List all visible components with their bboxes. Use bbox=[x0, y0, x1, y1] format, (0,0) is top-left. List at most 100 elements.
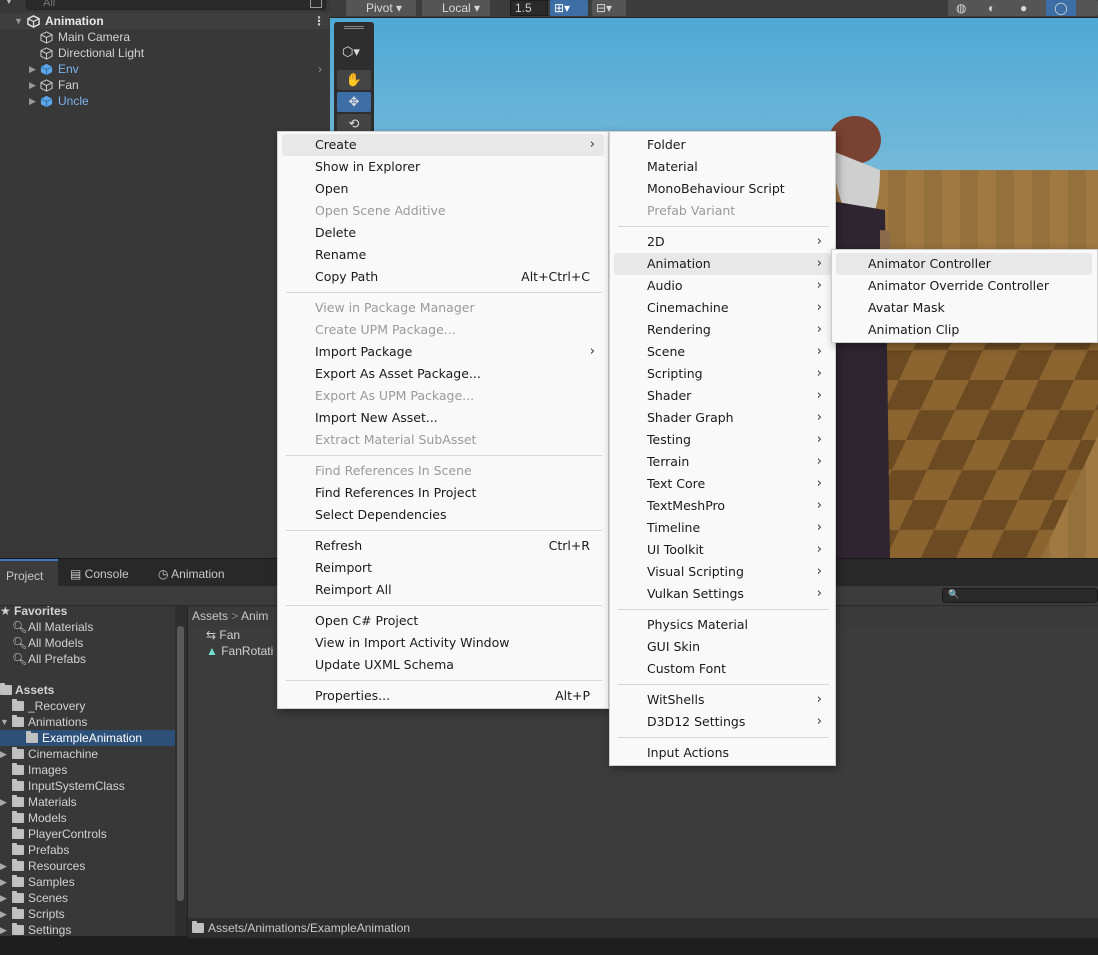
menu-item-delete[interactable]: Delete bbox=[282, 222, 604, 244]
menu-item-reimport-all[interactable]: Reimport All bbox=[282, 579, 604, 601]
expand-arrow-icon[interactable]: ▶ bbox=[0, 746, 7, 762]
menu-item-show-in-explorer[interactable]: Show in Explorer bbox=[282, 156, 604, 178]
folder-item[interactable]: Images bbox=[0, 762, 175, 778]
menu-item-timeline[interactable]: Timeline › bbox=[614, 517, 831, 539]
hierarchy-dropdown-icon[interactable]: ▼ bbox=[4, 0, 14, 7]
asset-item-fanrotation[interactable]: ▲ FanRotati bbox=[206, 643, 273, 659]
menu-item-custom-font[interactable]: Custom Font bbox=[614, 658, 831, 680]
menu-item-material[interactable]: Material bbox=[614, 156, 831, 178]
menu-item-monobehaviour-script[interactable]: MonoBehaviour Script bbox=[614, 178, 831, 200]
menu-item-update-uxml-schema[interactable]: Update UXML Schema bbox=[282, 654, 604, 676]
expand-arrow-icon[interactable]: ▶ bbox=[29, 61, 36, 77]
scrollbar-thumb[interactable] bbox=[177, 626, 184, 901]
menu-item-input-actions[interactable]: Input Actions bbox=[614, 742, 831, 764]
menu-item-terrain[interactable]: Terrain › bbox=[614, 451, 831, 473]
menu-item-cinemachine[interactable]: Cinemachine › bbox=[614, 297, 831, 319]
project-search-input[interactable]: 🔍 bbox=[942, 588, 1098, 603]
menu-item-open-csharp-project[interactable]: Open C# Project bbox=[282, 610, 604, 632]
menu-item-animation-clip[interactable]: Animation Clip bbox=[836, 319, 1092, 341]
expand-arrow-icon[interactable]: ▶ bbox=[0, 858, 7, 874]
expand-arrow-icon[interactable]: ▶ bbox=[0, 874, 7, 890]
asset-item-fan[interactable]: ⇆ Fan bbox=[206, 627, 240, 643]
hand-tool-icon[interactable]: ✋ bbox=[337, 70, 371, 90]
folder-tree-scrollbar[interactable] bbox=[175, 606, 187, 936]
menu-item-view-in-import-activity[interactable]: View in Import Activity Window bbox=[282, 632, 604, 654]
move-tool-icon[interactable]: ✥ bbox=[337, 92, 371, 112]
menu-item-create[interactable]: Create › bbox=[282, 134, 604, 156]
menu-item-d3d12-settings[interactable]: D3D12 Settings › bbox=[614, 711, 831, 733]
shaded-icon[interactable]: ● bbox=[1020, 0, 1027, 16]
tab-project[interactable]: Project bbox=[0, 559, 58, 587]
chevron-right-icon[interactable]: › bbox=[318, 62, 322, 76]
menu-item-animation[interactable]: Animation › bbox=[614, 253, 831, 275]
folder-item[interactable]: ▶ Resources bbox=[0, 858, 175, 874]
lock-icon[interactable] bbox=[310, 0, 322, 8]
menu-item-open[interactable]: Open bbox=[282, 178, 604, 200]
menu-item-2d[interactable]: 2D › bbox=[614, 231, 831, 253]
view-options-icon[interactable]: ⬡▾ bbox=[342, 44, 360, 60]
menu-item-select-dependencies[interactable]: Select Dependencies bbox=[282, 504, 604, 526]
menu-item-reimport[interactable]: Reimport bbox=[282, 557, 604, 579]
tab-console[interactable]: ▤ Console bbox=[64, 559, 144, 587]
menu-item-text-core[interactable]: Text Core › bbox=[614, 473, 831, 495]
hierarchy-item-directional-light[interactable]: Directional Light bbox=[0, 45, 330, 61]
menu-item-folder[interactable]: Folder bbox=[614, 134, 831, 156]
menu-item-textmeshpro[interactable]: TextMeshPro › bbox=[614, 495, 831, 517]
hierarchy-search-input[interactable]: All bbox=[26, 0, 326, 10]
menu-item-shader[interactable]: Shader › bbox=[614, 385, 831, 407]
folder-item[interactable]: ▼ Animations bbox=[0, 714, 175, 730]
menu-item-import-new-asset[interactable]: Import New Asset... bbox=[282, 407, 604, 429]
favorite-item[interactable]: 🔍︎ All Prefabs bbox=[0, 651, 175, 667]
tab-animation[interactable]: ◷ Animation bbox=[152, 559, 242, 587]
folder-item[interactable]: ▶ Scripts bbox=[0, 906, 175, 922]
hierarchy-scene-row[interactable]: ▼ Animation ⋮ bbox=[0, 13, 330, 29]
menu-item-animator-override-controller[interactable]: Animator Override Controller bbox=[836, 275, 1092, 297]
expand-arrow-icon[interactable]: ▶ bbox=[0, 794, 7, 810]
folder-item[interactable]: _Recovery bbox=[0, 698, 175, 714]
folder-item[interactable]: Prefabs bbox=[0, 842, 175, 858]
hierarchy-item-main-camera[interactable]: Main Camera bbox=[0, 29, 330, 45]
favorites-header[interactable]: ★ Favorites bbox=[0, 603, 175, 619]
expand-arrow-icon[interactable]: ▶ bbox=[0, 890, 7, 906]
increment-snap-button[interactable]: ⊟▾ bbox=[592, 0, 626, 16]
expand-arrow-icon[interactable]: ▼ bbox=[14, 13, 23, 29]
folder-item[interactable]: ▶ Cinemachine bbox=[0, 746, 175, 762]
menu-item-find-references-in-project[interactable]: Find References In Project bbox=[282, 482, 604, 504]
menu-item-rendering[interactable]: Rendering › bbox=[614, 319, 831, 341]
folder-item[interactable]: ▶ Scenes bbox=[0, 890, 175, 906]
menu-item-audio[interactable]: Audio › bbox=[614, 275, 831, 297]
menu-item-scripting[interactable]: Scripting › bbox=[614, 363, 831, 385]
hierarchy-item-fan[interactable]: ▶ Fan bbox=[0, 77, 330, 93]
snap-value-input[interactable]: 1.5 bbox=[510, 0, 548, 16]
menu-item-rename[interactable]: Rename bbox=[282, 244, 604, 266]
folder-item[interactable]: ▶ Samples bbox=[0, 874, 175, 890]
folder-item[interactable]: ▶ Settings bbox=[0, 922, 175, 938]
assets-header[interactable]: Assets bbox=[0, 682, 175, 698]
menu-item-visual-scripting[interactable]: Visual Scripting › bbox=[614, 561, 831, 583]
folder-item[interactable]: Models bbox=[0, 810, 175, 826]
breadcrumb-item[interactable]: Anim bbox=[241, 609, 268, 623]
menu-item-import-package[interactable]: Import Package › bbox=[282, 341, 604, 363]
grid-snap-button[interactable]: ⊞▾ bbox=[550, 0, 588, 16]
folder-item[interactable]: InputSystemClass bbox=[0, 778, 175, 794]
wireframe-icon[interactable]: ◍ bbox=[956, 0, 966, 16]
menu-item-physics-material[interactable]: Physics Material bbox=[614, 614, 831, 636]
expand-arrow-icon[interactable]: ▶ bbox=[29, 93, 36, 109]
favorite-item[interactable]: 🔍︎ All Models bbox=[0, 635, 175, 651]
breadcrumb-item[interactable]: Assets bbox=[192, 609, 228, 623]
menu-item-shader-graph[interactable]: Shader Graph › bbox=[614, 407, 831, 429]
expand-arrow-icon[interactable]: ▶ bbox=[0, 906, 7, 922]
folder-item-selected[interactable]: ExampleAnimation bbox=[0, 730, 175, 746]
pivot-dropdown[interactable]: Pivot ▾ bbox=[346, 0, 416, 16]
expand-arrow-icon[interactable]: ▶ bbox=[0, 922, 7, 938]
expand-arrow-icon[interactable]: ▼ bbox=[0, 714, 9, 730]
folder-item[interactable]: PlayerControls bbox=[0, 826, 175, 842]
shaded-wireframe-icon[interactable]: ◐ bbox=[988, 0, 995, 16]
menu-item-refresh[interactable]: Refresh Ctrl+R bbox=[282, 535, 604, 557]
menu-item-ui-toolkit[interactable]: UI Toolkit › bbox=[614, 539, 831, 561]
menu-item-gui-skin[interactable]: GUI Skin bbox=[614, 636, 831, 658]
kebab-menu-icon[interactable]: ⋮ bbox=[313, 13, 325, 29]
menu-item-testing[interactable]: Testing › bbox=[614, 429, 831, 451]
lit-icon[interactable]: ◯ bbox=[1046, 0, 1076, 16]
menu-item-avatar-mask[interactable]: Avatar Mask bbox=[836, 297, 1092, 319]
